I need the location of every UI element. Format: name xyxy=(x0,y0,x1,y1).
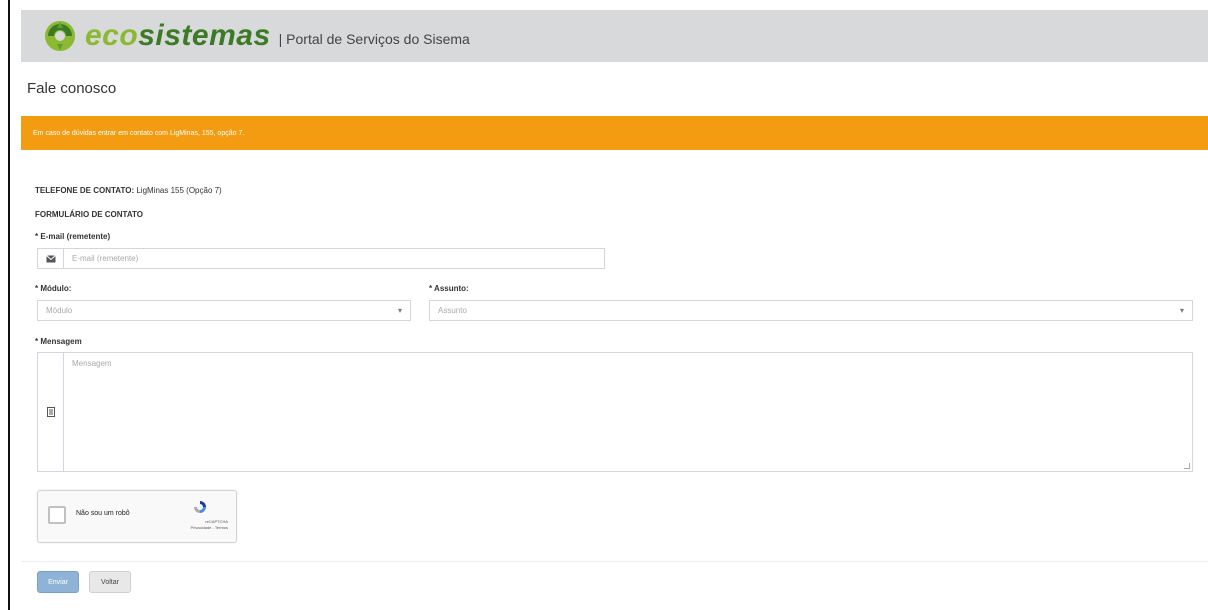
recaptcha-logo-icon xyxy=(194,501,206,513)
assunto-select-value: Assunto xyxy=(438,306,467,315)
portal-header: ecosistemas | Portal de Serviços do Sise… xyxy=(21,10,1208,62)
page-title: Fale conosco xyxy=(27,80,117,97)
ecosistemas-logo-icon xyxy=(45,21,75,51)
recaptcha-brand: reCAPTCHA Privacidade - Termos xyxy=(168,519,229,531)
modulo-select-value: Módulo xyxy=(46,306,73,315)
assunto-label: * Assunto: xyxy=(429,284,469,293)
back-button[interactable]: Voltar xyxy=(89,571,131,593)
chevron-down-icon: ▾ xyxy=(397,306,402,315)
left-border-line xyxy=(8,0,10,610)
phone-contact-line: TELEFONE DE CONTATO: LigMinas 155 (Opção… xyxy=(35,186,222,195)
email-input[interactable] xyxy=(64,249,604,268)
email-label: * E-mail (remetente) xyxy=(35,232,111,241)
modulo-label: * Módulo: xyxy=(35,284,72,293)
phone-label: TELEFONE DE CONTATO: xyxy=(35,186,135,195)
email-input-group xyxy=(37,248,605,269)
page-container: ecosistemas | Portal de Serviços do Sise… xyxy=(21,10,1208,610)
assunto-select[interactable]: Assunto ▾ xyxy=(429,300,1193,321)
chevron-down-icon: ▾ xyxy=(1179,306,1184,315)
envelope-icon xyxy=(38,249,64,268)
logo-eco-part: eco xyxy=(85,19,139,52)
recaptcha-links[interactable]: Privacidade - Termos xyxy=(168,525,229,531)
footer-divider xyxy=(21,561,1208,562)
form-section-title: FORMULÁRIO DE CONTATO xyxy=(35,210,143,219)
logo-sistemas-part: sistemas xyxy=(138,19,271,52)
mensagem-label: * Mensagem xyxy=(35,337,82,346)
ecosistemas-logo-text: ecosistemas xyxy=(85,21,271,51)
mensagem-input-group xyxy=(37,352,1193,472)
phone-value: LigMinas 155 (Opção 7) xyxy=(136,186,222,195)
recaptcha-checkbox[interactable] xyxy=(48,506,66,524)
info-alert-banner: Em caso de dúvidas entrar em contato com… xyxy=(21,116,1208,150)
resize-grip-icon[interactable] xyxy=(1184,463,1190,469)
submit-button[interactable]: Enviar xyxy=(37,571,79,593)
portal-subtitle: | Portal de Serviços do Sisema xyxy=(278,31,470,47)
recaptcha-widget: Não sou um robô reCAPTCHA Privacidade - … xyxy=(37,490,237,543)
mensagem-textarea[interactable] xyxy=(64,353,1192,471)
modulo-select[interactable]: Módulo ▾ xyxy=(37,300,411,321)
recaptcha-label: Não sou um robô xyxy=(76,510,130,517)
document-icon xyxy=(38,353,64,471)
